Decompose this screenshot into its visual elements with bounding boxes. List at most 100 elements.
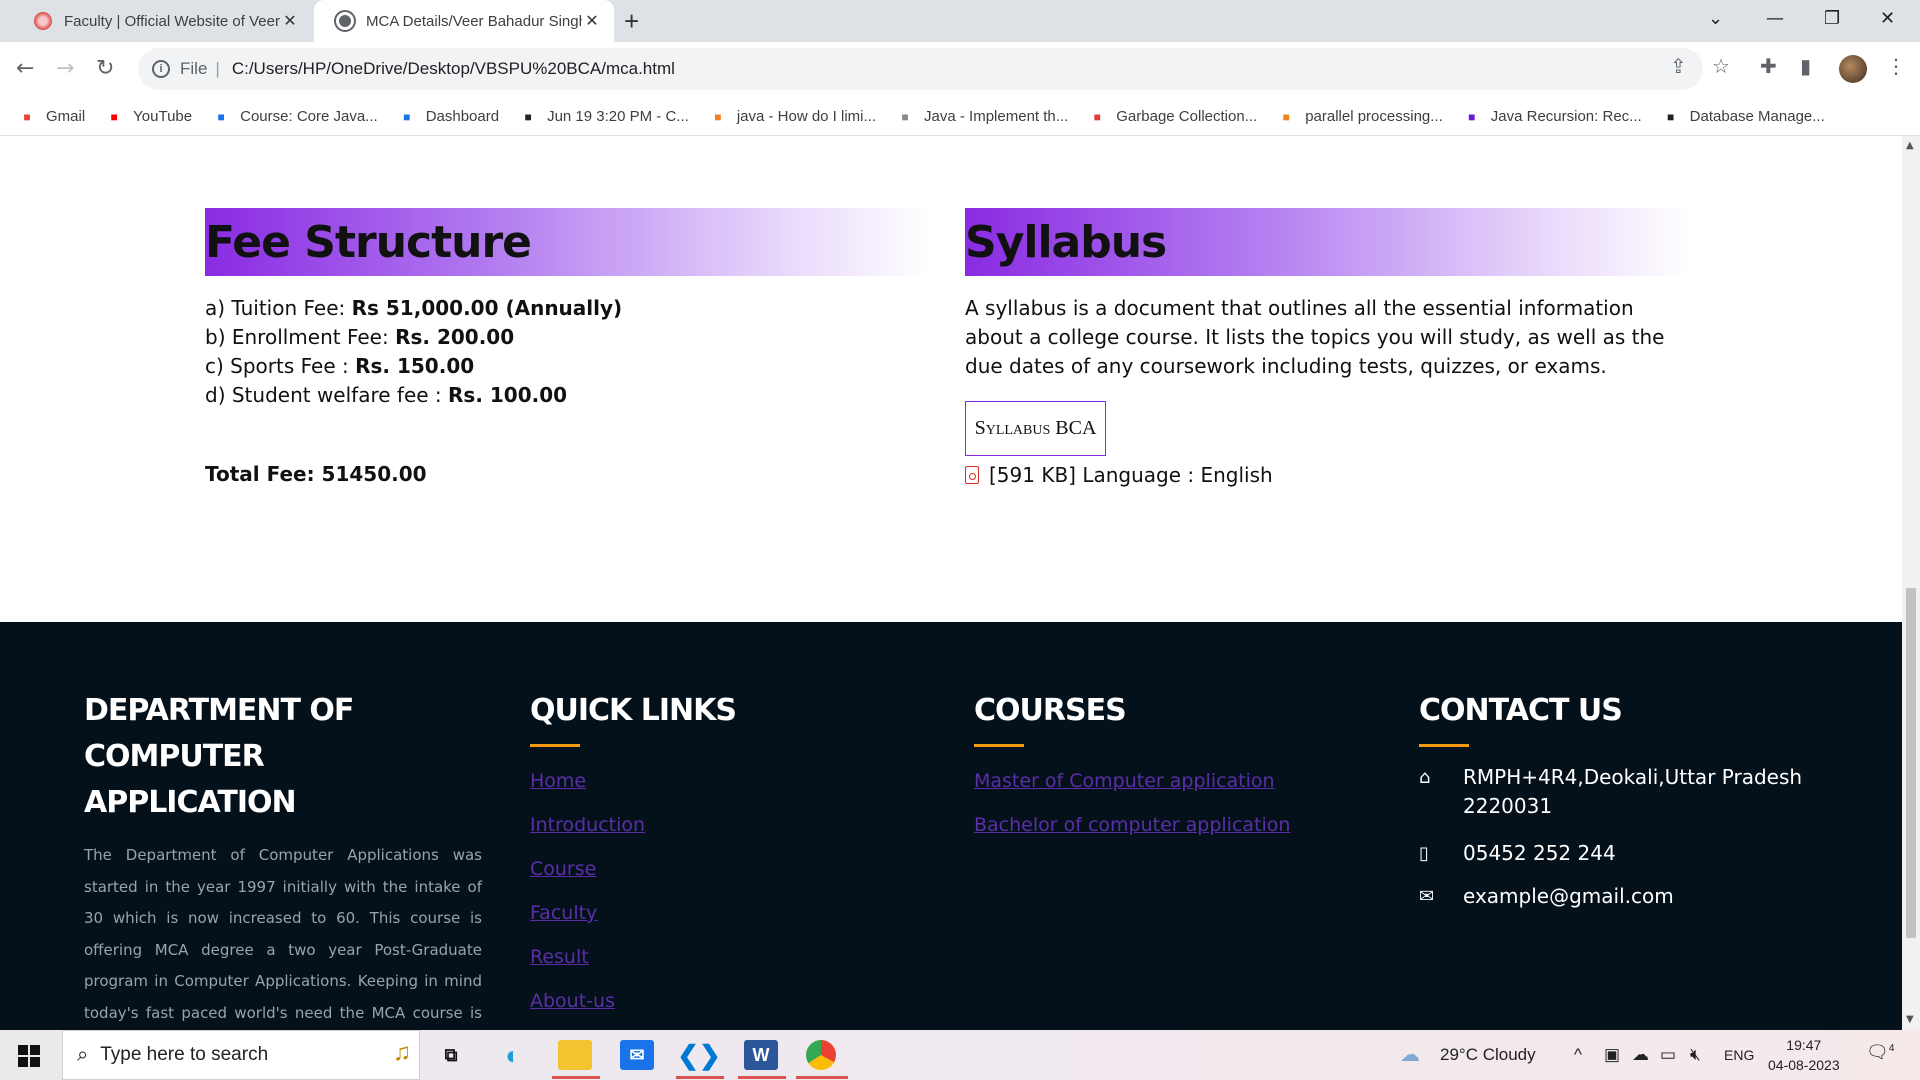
heading-underline [1419,744,1469,747]
chrome-icon[interactable] [806,1040,836,1070]
menu-kebab-icon[interactable]: ⋮ [1886,54,1906,78]
total-fee: Total Fee: 51450.00 [205,462,427,486]
clock-date: 04-08-2023 [1768,1057,1840,1073]
tab-mca-details[interactable]: MCA Details/Veer Bahadur Singh ✕ [314,0,614,42]
tray-chevron-icon[interactable]: ^ [1574,1045,1582,1065]
profile-avatar[interactable] [1839,55,1867,83]
p-icon: ■ [1468,109,1476,124]
running-indicator [738,1076,786,1079]
side-panel-icon[interactable]: ▮ [1800,54,1811,78]
globe-icon [334,10,356,32]
department-title: DEPARTMENT OF COMPUTER APPLICATION [84,693,354,820]
bookmark-item[interactable]: ■ YouTube [105,108,193,125]
bookmark-item[interactable]: ■ Database Manage... [1662,108,1825,125]
share-icon[interactable]: ⇪ [1670,54,1687,78]
bookmark-label: Garbage Collection... [1116,108,1258,125]
running-indicator [676,1076,724,1079]
close-tab-icon[interactable]: ✕ [582,11,602,31]
bookmark-item[interactable]: ■ java - How do I limi... [709,108,876,125]
bookmark-item[interactable]: ■ Gmail [18,108,85,125]
scroll-up-icon[interactable]: ▲ [1906,140,1914,151]
dashboard-icon: ■ [403,109,411,124]
bookmark-item[interactable]: ■ Dashboard [398,108,499,125]
bookmark-item[interactable]: ■ parallel processing... [1277,108,1443,125]
footer-contact: CONTACT US ⌂ RMPH+4R4,Deokali,Uttar Prad… [1419,688,1819,911]
pdf-icon [965,466,979,484]
search-placeholder: Type here to search [100,1044,269,1065]
heading-underline [530,744,580,747]
new-tab-button[interactable]: + [624,6,639,37]
meet-icon[interactable]: ▣ [1604,1045,1620,1065]
footer-link-course[interactable]: Course [530,847,736,891]
fee-item: a) Tuition Fee: Rs 51,000.00 (Annually) [205,296,623,320]
vscode-icon[interactable]: ❮❯ [677,1040,721,1070]
course-link-mca[interactable]: Master of Computer application [974,759,1290,803]
bookmark-label: Gmail [46,108,86,125]
bookmark-item[interactable]: ■ Course: Core Java... [212,108,378,125]
extensions-puzzle-icon[interactable]: ✚ [1760,54,1777,78]
speaker-muted-icon[interactable]: 🔇︎ [1690,1045,1701,1065]
address-url[interactable]: C:/Users/HP/OneDrive/Desktop/VBSPU%20BCA… [232,59,675,79]
file-explorer-icon[interactable] [558,1040,592,1070]
footer-courses: COURSES Master of Computer application B… [974,688,1290,847]
footer: DEPARTMENT OF COMPUTER APPLICATION The D… [0,622,1902,1030]
syllabus-description: A syllabus is a document that outlines a… [965,296,1665,378]
footer-quick-links: QUICK LINKS Home Introduction Course Fac… [530,688,737,1023]
onedrive-icon[interactable]: ☁ [1632,1045,1649,1065]
site-info-icon[interactable]: i [152,60,170,78]
battery-icon[interactable]: ▭ [1660,1045,1676,1065]
bookmark-star-icon[interactable]: ☆ [1712,54,1730,78]
bookmark-item[interactable]: ■ Java Recursion: Rec... [1463,108,1642,125]
mail-app-icon[interactable]: ✉ [620,1040,654,1070]
task-view-icon[interactable]: ⧉ [434,1040,468,1070]
forward-arrow-icon[interactable]: → [56,56,74,81]
bookmark-item[interactable]: ■ Java - Implement th... [896,108,1068,125]
department-description: The Department of Computer Applications … [84,846,482,1022]
close-tab-icon[interactable]: ✕ [280,11,300,31]
word-icon[interactable]: W [744,1040,778,1070]
university-logo-icon [34,12,52,30]
page-scrollbar[interactable]: ▲ ▼ [1902,136,1920,1030]
back-arrow-icon[interactable]: ← [16,56,34,81]
course-icon: ■ [217,109,225,124]
minimize-icon[interactable]: — [1766,8,1784,29]
taskbar-search[interactable]: ⌕ Type here to search ♫ [62,1030,420,1080]
footer-link-about-us[interactable]: About-us [530,979,736,1023]
bookmark-label: Java - Implement th... [924,108,1069,125]
tab-search-chevron-icon[interactable]: ⌄ [1708,8,1723,29]
cloud-icon: ☁ [1400,1044,1420,1066]
scroll-down-icon[interactable]: ▼ [1906,1014,1914,1025]
reload-icon[interactable]: ↻ [96,56,114,81]
stackoverflow-icon: ■ [714,109,722,124]
notifications-icon[interactable]: 🗨︎4 [1866,1042,1894,1063]
footer-link-home[interactable]: Home [530,759,736,803]
bookmark-label: java - How do I limi... [736,108,877,125]
footer-link-result[interactable]: Result [530,935,736,979]
close-window-icon[interactable]: ✕ [1880,8,1895,29]
stackoverflow-icon: ■ [1282,109,1290,124]
scrollbar-thumb[interactable] [1906,588,1916,938]
page-viewport: Fee Structure a) Tuition Fee: Rs 51,000.… [0,136,1902,1030]
footer-link-introduction[interactable]: Introduction [530,803,736,847]
fee-item: b) Enrollment Fee: Rs. 200.00 [205,325,515,349]
edge-icon[interactable]: ◐ [496,1040,530,1070]
youtube-icon: ■ [110,109,118,124]
tab-faculty[interactable]: Faculty | Official Website of Veer Bahad… [12,0,312,42]
course-link-bca[interactable]: Bachelor of computer application [974,803,1290,847]
bookmark-item[interactable]: ■ Garbage Collection... [1088,108,1258,125]
syllabus-bca-button[interactable]: Syllabus BCA [965,401,1106,456]
restore-icon[interactable]: ❐ [1824,8,1840,29]
contact-address: ⌂ RMPH+4R4,Deokali,Uttar Pradesh 2220031 [1419,765,1803,818]
weather-text[interactable]: 29°C Cloudy [1440,1045,1536,1065]
syllabus-file-info: [591 KB] Language : English [965,463,1273,487]
windows-start-icon[interactable] [18,1045,40,1067]
bookmark-item[interactable]: ■ Jun 19 3:20 PM - C... [519,108,688,125]
language-indicator[interactable]: ENG [1724,1047,1754,1063]
address-bar[interactable]: i File | C:/Users/HP/OneDrive/Desktop/VB… [138,48,1703,90]
v-icon: ■ [1093,109,1101,124]
footer-link-faculty[interactable]: Faculty [530,891,736,935]
mail-icon: ✉ [1419,886,1435,907]
clock-time: 19:47 [1786,1037,1822,1053]
calendar-icon: ■ [524,109,532,124]
taskbar-clock[interactable]: 19:47 04-08-2023 [1768,1035,1840,1075]
